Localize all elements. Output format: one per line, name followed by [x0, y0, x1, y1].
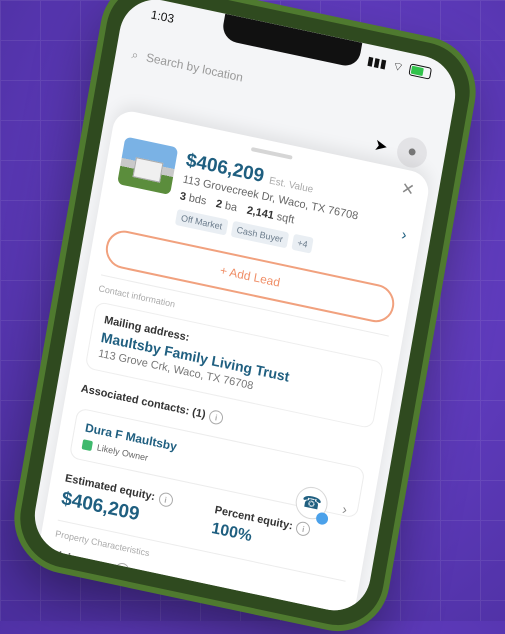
- signal-icon: ▮▮▮: [366, 53, 388, 72]
- phone-icon: ☎: [300, 493, 323, 515]
- tag-off-market[interactable]: Off Market: [174, 208, 229, 236]
- beds-stat: 3 bds: [178, 190, 208, 208]
- battery-icon: [408, 63, 433, 80]
- chevron-right-icon[interactable]: ›: [400, 226, 408, 244]
- status-icons: ▮▮▮ ⌔: [366, 53, 433, 81]
- info-icon[interactable]: i: [157, 491, 174, 508]
- location-arrow-icon[interactable]: ➤: [373, 135, 390, 157]
- property-sheet: ✕ $406,209 Est. Value 113 Grovecreek Dr,…: [38, 108, 432, 616]
- tag-more[interactable]: +4: [291, 233, 314, 254]
- property-photo: [117, 136, 179, 196]
- owner-check-icon: [81, 439, 94, 452]
- search-icon: ⌕: [130, 46, 140, 62]
- status-time: 1:03: [149, 7, 176, 27]
- search-input[interactable]: Search by location: [145, 50, 244, 84]
- call-badge: [315, 511, 329, 526]
- info-icon[interactable]: i: [295, 520, 312, 538]
- avatar[interactable]: ●: [394, 134, 430, 171]
- tag-cash-buyer[interactable]: Cash Buyer: [230, 220, 290, 249]
- drag-handle[interactable]: [250, 147, 293, 160]
- wifi-icon: ⌔: [391, 58, 405, 75]
- close-icon[interactable]: ✕: [400, 180, 416, 200]
- info-icon[interactable]: i: [208, 409, 225, 426]
- user-icon: ●: [405, 142, 419, 162]
- baths-stat: 2 ba: [215, 197, 239, 215]
